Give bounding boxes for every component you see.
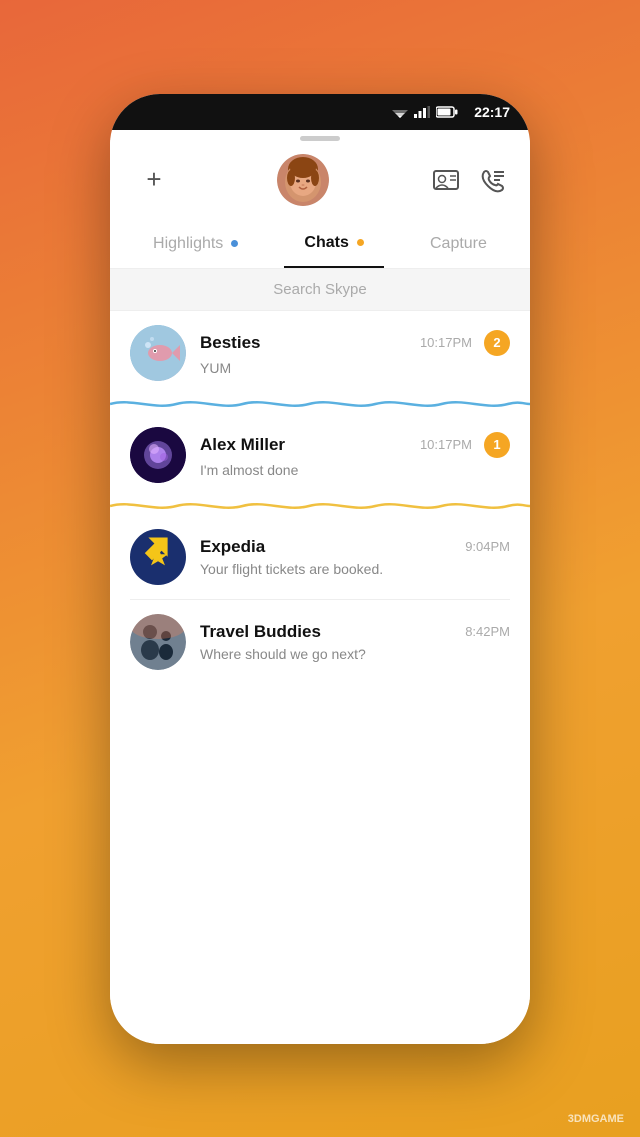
search-bar: Search Skype bbox=[110, 269, 530, 311]
wave-divider-yellow bbox=[110, 497, 530, 515]
phone-pill bbox=[300, 136, 340, 141]
chat-message-expedia: Your flight tickets are booked. bbox=[200, 561, 510, 577]
tab-chats[interactable]: Chats bbox=[284, 220, 383, 268]
chat-message-travel: Where should we go next? bbox=[200, 646, 510, 662]
chat-item-travel[interactable]: Travel Buddies 8:42PM Where should we go… bbox=[110, 600, 530, 678]
status-icons bbox=[392, 106, 458, 118]
add-button[interactable]: + bbox=[134, 164, 174, 195]
avatar-alex bbox=[130, 427, 186, 483]
chat-item-besties[interactable]: Besties 10:17PM 2 YUM bbox=[110, 311, 530, 395]
chat-name-row-travel: Travel Buddies 8:42PM bbox=[200, 622, 510, 642]
chat-time-alex: 10:17PM bbox=[420, 437, 472, 452]
chat-name-row: Besties 10:17PM 2 bbox=[200, 330, 510, 356]
unread-badge-alex: 1 bbox=[484, 432, 510, 458]
chat-message: YUM bbox=[200, 360, 510, 376]
user-avatar[interactable] bbox=[277, 154, 329, 206]
watermark: 3DMGAME bbox=[568, 1113, 624, 1125]
wave-divider-blue bbox=[110, 395, 530, 413]
chat-time-expedia: 9:04PM bbox=[465, 539, 510, 554]
phone-frame: 22:17 + bbox=[110, 94, 530, 1044]
chat-name: Besties bbox=[200, 333, 260, 353]
tabs-bar: Highlights Chats Capture bbox=[110, 220, 530, 269]
unread-badge: 2 bbox=[484, 330, 510, 356]
contact-card-icon[interactable] bbox=[432, 166, 460, 194]
chat-name-row-alex: Alex Miller 10:17PM 1 bbox=[200, 432, 510, 458]
chat-content-travel: Travel Buddies 8:42PM Where should we go… bbox=[200, 622, 510, 662]
chat-message-alex: I'm almost done bbox=[200, 462, 510, 478]
status-bar: 22:17 bbox=[110, 94, 530, 130]
chat-name-row-expedia: Expedia 9:04PM bbox=[200, 537, 510, 557]
search-container[interactable]: Search Skype bbox=[134, 281, 506, 298]
app-header: + bbox=[110, 140, 530, 220]
tab-capture[interactable]: Capture bbox=[410, 221, 507, 267]
chat-list: Besties 10:17PM 2 YUM bbox=[110, 311, 530, 678]
avatar-image bbox=[277, 154, 329, 206]
avatar-expedia bbox=[130, 529, 186, 585]
chat-content-alex: Alex Miller 10:17PM 1 I'm almost done bbox=[200, 432, 510, 478]
chat-name-travel: Travel Buddies bbox=[200, 622, 321, 642]
highlights-dot bbox=[231, 240, 238, 247]
avatar-travel bbox=[130, 614, 186, 670]
chat-item-expedia[interactable]: Expedia 9:04PM Your flight tickets are b… bbox=[110, 515, 530, 599]
tab-highlights[interactable]: Highlights bbox=[133, 221, 258, 267]
status-time: 22:17 bbox=[474, 104, 510, 120]
chats-dot bbox=[357, 239, 364, 246]
chat-content-expedia: Expedia 9:04PM Your flight tickets are b… bbox=[200, 537, 510, 577]
wifi-icon bbox=[392, 106, 408, 118]
calls-list-icon[interactable] bbox=[478, 166, 506, 194]
chat-time-travel: 8:42PM bbox=[465, 624, 510, 639]
header-actions bbox=[432, 166, 506, 194]
search-placeholder: Search Skype bbox=[273, 281, 366, 298]
chat-content-besties: Besties 10:17PM 2 YUM bbox=[200, 330, 510, 376]
chat-name-expedia: Expedia bbox=[200, 537, 265, 557]
chat-name-alex: Alex Miller bbox=[200, 435, 285, 455]
chat-time: 10:17PM bbox=[420, 335, 472, 350]
avatar-besties bbox=[130, 325, 186, 381]
bottom-space bbox=[110, 677, 530, 1044]
battery-icon bbox=[436, 106, 458, 118]
chat-item-alex[interactable]: Alex Miller 10:17PM 1 I'm almost done bbox=[110, 413, 530, 497]
signal-icon bbox=[414, 106, 430, 118]
